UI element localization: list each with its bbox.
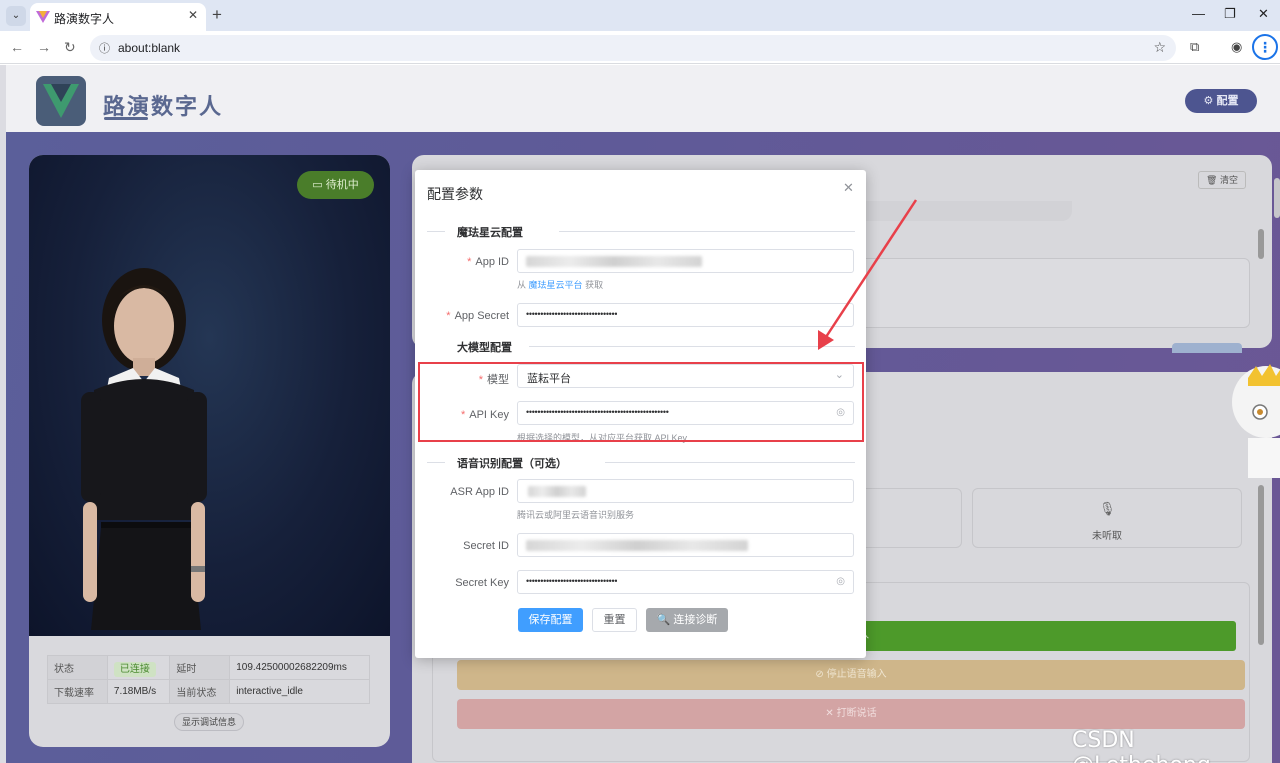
chat-input[interactable] xyxy=(852,258,1250,328)
listening-status: 未听取 xyxy=(1092,531,1122,542)
app-header: 路演数字人 ⚙ 配置 xyxy=(6,65,1280,132)
browser-tab[interactable]: 路演数字人 ✕ xyxy=(30,3,206,31)
moda-platform-link[interactable]: 魔珐星云平台 xyxy=(529,280,583,290)
browser-tab-strip: ⌄ 路演数字人 ✕ + — ❐ ✕ xyxy=(0,0,1280,31)
tab-search-button[interactable]: ⌄ xyxy=(6,6,26,26)
secret-id-label: Secret ID xyxy=(463,540,509,552)
app-id-label: * App ID xyxy=(467,256,509,268)
panel-scrollbar-lower[interactable] xyxy=(1258,485,1264,645)
chat-message xyxy=(852,201,1072,221)
reload-icon[interactable]: ↻ xyxy=(64,39,76,56)
redacted-value xyxy=(528,486,586,497)
minimize-icon[interactable]: — xyxy=(1192,6,1205,21)
site-info-icon[interactable]: ⓘ xyxy=(99,40,110,56)
address-bar-row: ← → ↻ ⓘ about:blank ☆ ⧉ ◉ ⋮ xyxy=(0,31,1280,64)
extensions-icon[interactable]: ⧉ xyxy=(1190,39,1199,55)
page-scrollbar[interactable] xyxy=(1274,178,1280,218)
asr-hint: 腾讯云或阿里云语音识别服务 xyxy=(517,510,635,520)
tab-close-icon[interactable]: ✕ xyxy=(188,8,198,22)
secret-key-input[interactable]: •••••••••••••••••••••••••••••••• ◎ xyxy=(517,570,854,594)
asr-app-id-input[interactable] xyxy=(517,479,854,503)
start-voice-button[interactable]: 入 xyxy=(853,621,1236,651)
diagnose-button[interactable]: 🔍 连接诊断 xyxy=(646,608,728,632)
eye-off-icon[interactable]: ◎ xyxy=(836,576,845,587)
config-dialog: 配置参数 ✕ 魔珐星云配置 * App ID 从 魔珐星云平台 获取 * App S… xyxy=(415,170,866,658)
dialog-close-icon[interactable]: ✕ xyxy=(843,180,854,196)
clear-chat-button[interactable]: 🗑 清空 xyxy=(1198,171,1246,189)
vue-favicon-icon xyxy=(36,11,50,23)
speed-key: 下载速率 xyxy=(47,679,108,704)
url-text: about:blank xyxy=(118,41,181,55)
back-icon[interactable]: ← xyxy=(10,39,24,55)
status-key: 状态 xyxy=(47,655,108,680)
app-secret-input[interactable]: •••••••••••••••••••••••••••••••• xyxy=(517,303,854,327)
send-button[interactable] xyxy=(1172,343,1242,353)
microphone-icon: 🎙 xyxy=(1099,501,1116,516)
connection-info-table: 状态 已连接 延时 109.42500002682209ms 下载速率 7.18… xyxy=(47,655,370,704)
browser-menu-icon[interactable]: ⋮ xyxy=(1252,34,1278,60)
config-button[interactable]: ⚙ 配置 xyxy=(1185,89,1257,113)
avatar-video: ▭ 待机中 xyxy=(29,155,390,636)
bookmark-star-icon[interactable]: ☆ xyxy=(1153,39,1166,56)
section-asr: 语音识别配置（可选） xyxy=(427,455,855,470)
asr-app-id-label: ASR App ID xyxy=(450,486,509,498)
annotation-highlight-box xyxy=(418,362,864,442)
forward-icon[interactable]: → xyxy=(37,39,51,55)
stop-voice-button[interactable]: ⊘ 停止语音输入 xyxy=(457,660,1245,690)
interrupt-button[interactable]: ✕ 打断说话 xyxy=(457,699,1245,729)
section-asr-title: 语音识别配置（可选） xyxy=(457,458,567,470)
state-key: 当前状态 xyxy=(169,679,231,704)
url-input[interactable]: ⓘ about:blank ☆ xyxy=(90,35,1176,61)
digital-human-avatar xyxy=(81,268,207,630)
save-config-button[interactable]: 保存配置 xyxy=(518,608,583,632)
app-id-input[interactable] xyxy=(517,249,854,273)
listening-status-card: 🎙 未听取 xyxy=(972,488,1242,548)
redacted-value xyxy=(526,540,748,551)
profile-icon[interactable]: ◉ xyxy=(1231,39,1242,55)
secret-key-label: Secret Key xyxy=(455,577,509,589)
avatar-video-card: ▭ 待机中 状态 已连接 延时 109.42500002682209ms 下载速… xyxy=(29,155,390,747)
section-llm: 大模型配置 xyxy=(427,339,855,354)
latency-value: 109.42500002682209ms xyxy=(229,655,370,680)
speed-value: 7.18MB/s xyxy=(106,679,171,704)
section-moda: 魔珐星云配置 xyxy=(427,224,855,239)
mascot-character-image xyxy=(1232,364,1280,478)
panel-scrollbar[interactable] xyxy=(1258,229,1264,259)
status-badge: 已连接 xyxy=(113,662,156,677)
title-underline xyxy=(104,117,148,120)
app-secret-label: * App Secret xyxy=(446,310,509,322)
voice-mode-card[interactable] xyxy=(852,488,962,548)
show-debug-button[interactable]: 显示调试信息 xyxy=(174,713,244,731)
vue-logo-icon xyxy=(36,76,86,126)
tab-title: 路演数字人 xyxy=(54,12,115,26)
new-tab-button[interactable]: + xyxy=(212,5,222,25)
restore-icon[interactable]: ❐ xyxy=(1224,6,1236,22)
window-close-icon[interactable]: ✕ xyxy=(1258,6,1269,22)
state-value: interactive_idle xyxy=(229,679,370,704)
reset-button[interactable]: 重置 xyxy=(592,608,637,632)
app-id-hint: 从 魔珐星云平台 获取 xyxy=(517,280,604,290)
section-llm-title: 大模型配置 xyxy=(457,342,512,354)
secret-id-input[interactable] xyxy=(517,533,854,557)
latency-key: 延时 xyxy=(169,655,231,680)
dialog-title: 配置参数 xyxy=(427,186,483,202)
idle-status-pill: ▭ 待机中 xyxy=(297,171,374,199)
section-moda-title: 魔珐星云配置 xyxy=(457,227,523,239)
watermark: CSDN @Lethehong xyxy=(1072,728,1211,763)
redacted-value xyxy=(526,256,702,267)
